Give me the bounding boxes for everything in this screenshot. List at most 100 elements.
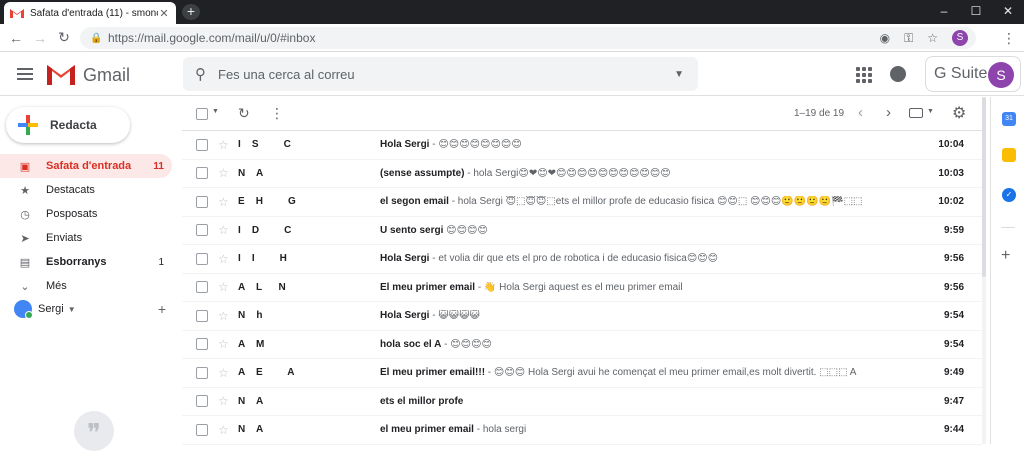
email-row[interactable]: ☆ I S C Hola Sergi - 😊😊😊😊😊😊😊😊 10:04 xyxy=(182,131,982,160)
star-icon[interactable]: ☆ xyxy=(218,423,229,437)
sidebar-item-starred[interactable]: ★ Destacats xyxy=(0,178,172,202)
email-time: 9:54 xyxy=(943,338,964,350)
hangouts-avatar xyxy=(14,300,33,319)
key-icon[interactable]: ⚿ xyxy=(904,31,913,46)
account-avatar[interactable]: S xyxy=(988,62,1014,88)
url-text: https://mail.google.com/mail/u/0/#inbox xyxy=(108,31,316,45)
email-row[interactable]: ☆ A E A El meu primer email!!! - 😊😊😊 Hol… xyxy=(182,359,982,388)
search-options-icon[interactable]: ▼ xyxy=(674,69,684,80)
chevron-down-icon[interactable]: ▼ xyxy=(68,305,76,314)
minimize-icon[interactable]: – xyxy=(928,0,960,24)
select-menu-icon[interactable]: ▼ xyxy=(212,108,219,115)
sidebar-item-inbox[interactable]: ▣ Safata d'entrada 11 xyxy=(0,154,172,178)
new-tab-button[interactable]: + xyxy=(182,4,200,20)
side-panel: 31 ✓ + xyxy=(990,97,1024,444)
star-icon[interactable]: ☆ xyxy=(218,138,229,152)
sidebar-item-sent[interactable]: ➤ Enviats xyxy=(0,226,172,250)
apps-grid-icon[interactable] xyxy=(856,67,872,83)
next-page-icon[interactable]: › xyxy=(886,104,891,121)
eye-icon[interactable]: ◉ xyxy=(880,31,890,45)
sidebar-item-snoozed[interactable]: ◷ Posposats xyxy=(0,202,172,226)
email-subject: El meu primer email!!! xyxy=(380,367,486,379)
input-tools-menu-icon[interactable]: ▼ xyxy=(927,108,934,115)
add-contact-icon[interactable]: + xyxy=(158,301,166,317)
row-checkbox[interactable] xyxy=(196,195,208,208)
select-all-checkbox[interactable] xyxy=(196,108,208,120)
row-checkbox[interactable] xyxy=(196,167,208,180)
mail-search-box[interactable]: ⚲ Fes una cerca al correu ▼ xyxy=(183,57,698,91)
main-menu-icon[interactable] xyxy=(17,65,33,81)
row-checkbox[interactable] xyxy=(196,366,208,379)
input-tools-icon[interactable] xyxy=(909,108,923,118)
more-options-icon[interactable]: ⋮ xyxy=(270,105,284,122)
star-icon[interactable]: ☆ xyxy=(218,309,229,323)
keep-icon[interactable] xyxy=(1002,148,1016,162)
search-icon[interactable]: ⚲ xyxy=(195,65,206,83)
reload-icon[interactable]: ↻ xyxy=(52,29,76,46)
row-checkbox[interactable] xyxy=(196,395,208,408)
scrollbar-thumb[interactable] xyxy=(982,97,986,277)
bookmark-star-icon[interactable]: ☆ xyxy=(927,31,938,45)
back-icon[interactable]: ← xyxy=(4,30,28,46)
email-row[interactable]: ☆ I I H Hola Sergi - et volia dir que et… xyxy=(182,245,982,274)
email-list: ☆ I S C Hola Sergi - 😊😊😊😊😊😊😊😊 10:04 ☆ N … xyxy=(182,131,982,445)
sidebar-item-label: Destacats xyxy=(46,184,95,196)
compose-button[interactable]: Redacta xyxy=(6,107,130,143)
gsuite-label: G Suite xyxy=(934,65,988,82)
email-row[interactable]: ☆ A M hola soc el A - 😊😊😊😊 9:54 xyxy=(182,330,982,359)
row-checkbox[interactable] xyxy=(196,138,208,151)
profile-avatar[interactable]: S xyxy=(952,30,968,46)
previous-page-icon[interactable]: ‹ xyxy=(858,104,863,121)
tasks-icon[interactable]: ✓ xyxy=(1002,188,1016,202)
tab-close-icon[interactable]: ✕ xyxy=(158,7,170,20)
refresh-icon[interactable]: ↻ xyxy=(238,105,250,122)
email-row[interactable]: ☆ E H G el segon email - hola Sergi 😇⬚😇😇… xyxy=(182,188,982,217)
address-bar[interactable]: 🔒 https://mail.google.com/mail/u/0/#inbo… xyxy=(80,27,976,49)
email-sender: N A xyxy=(238,395,264,407)
star-icon[interactable]: ☆ xyxy=(218,366,229,380)
sidebar-item-drafts[interactable]: ▤ Esborranys 1 xyxy=(0,250,172,274)
clock-icon: ◷ xyxy=(20,208,30,221)
email-row[interactable]: ☆ N h Hola Sergi - 😺😺😺😺 9:54 xyxy=(182,302,982,331)
chrome-menu-icon[interactable]: ⋮ xyxy=(1002,30,1016,47)
gsuite-account-box[interactable]: G Suite S xyxy=(925,56,1021,92)
maximize-icon[interactable]: ☐ xyxy=(960,0,992,24)
star-icon[interactable]: ☆ xyxy=(218,166,229,180)
email-sender: I I H xyxy=(238,253,287,265)
notifications-icon[interactable] xyxy=(890,66,906,82)
pagination-range: 1–19 de 19 xyxy=(794,108,845,119)
row-checkbox[interactable] xyxy=(196,423,208,436)
gmail-header: Gmail ⚲ Fes una cerca al correu ▼ G Suit… xyxy=(0,53,1024,96)
email-row[interactable]: ☆ N A (sense assumpte) - hola Sergi😊❤😊❤😊… xyxy=(182,159,982,188)
star-icon[interactable]: ☆ xyxy=(218,394,229,408)
star-icon[interactable]: ☆ xyxy=(218,223,229,237)
email-row[interactable]: ☆ N A ets el millor profe 9:47 xyxy=(182,387,982,416)
star-icon[interactable]: ☆ xyxy=(218,252,229,266)
mail-list-scrollbar[interactable] xyxy=(982,97,986,444)
browser-tab[interactable]: Safata d'entrada (11) - smoncusi ✕ xyxy=(4,2,176,24)
settings-gear-icon[interactable]: ⚙ xyxy=(952,103,966,123)
forward-icon[interactable]: → xyxy=(28,30,52,46)
add-addon-icon[interactable]: + xyxy=(1001,247,1010,265)
email-row[interactable]: ☆ N A el meu primer email - hola sergi 9… xyxy=(182,416,982,445)
email-snippet: - 👋 Hola Sergi aquest es el meu primer e… xyxy=(475,281,683,293)
sidebar-item-label: Posposats xyxy=(46,208,98,220)
sidebar: Redacta ▣ Safata d'entrada 11 ★ Destacat… xyxy=(0,97,176,451)
search-input[interactable]: Fes una cerca al correu xyxy=(218,67,674,82)
email-time: 9:49 xyxy=(943,367,964,379)
row-checkbox[interactable] xyxy=(196,224,208,237)
star-icon[interactable]: ☆ xyxy=(218,195,229,209)
star-icon[interactable]: ☆ xyxy=(218,280,229,294)
email-sender: E H G xyxy=(238,196,296,208)
star-icon[interactable]: ☆ xyxy=(218,337,229,351)
hangouts-user[interactable]: Sergi ▼ + xyxy=(14,295,174,323)
row-checkbox[interactable] xyxy=(196,338,208,351)
email-snippet: - 😊😊😊😊 xyxy=(441,338,492,350)
row-checkbox[interactable] xyxy=(196,281,208,294)
calendar-icon[interactable]: 31 xyxy=(1002,112,1016,126)
row-checkbox[interactable] xyxy=(196,309,208,322)
email-row[interactable]: ☆ A L N El meu primer email - 👋 Hola Ser… xyxy=(182,273,982,302)
email-row[interactable]: ☆ I D C U sento sergi 😊😊😊😊 9:59 xyxy=(182,216,982,245)
window-close-icon[interactable]: ✕ xyxy=(992,0,1024,24)
row-checkbox[interactable] xyxy=(196,252,208,265)
